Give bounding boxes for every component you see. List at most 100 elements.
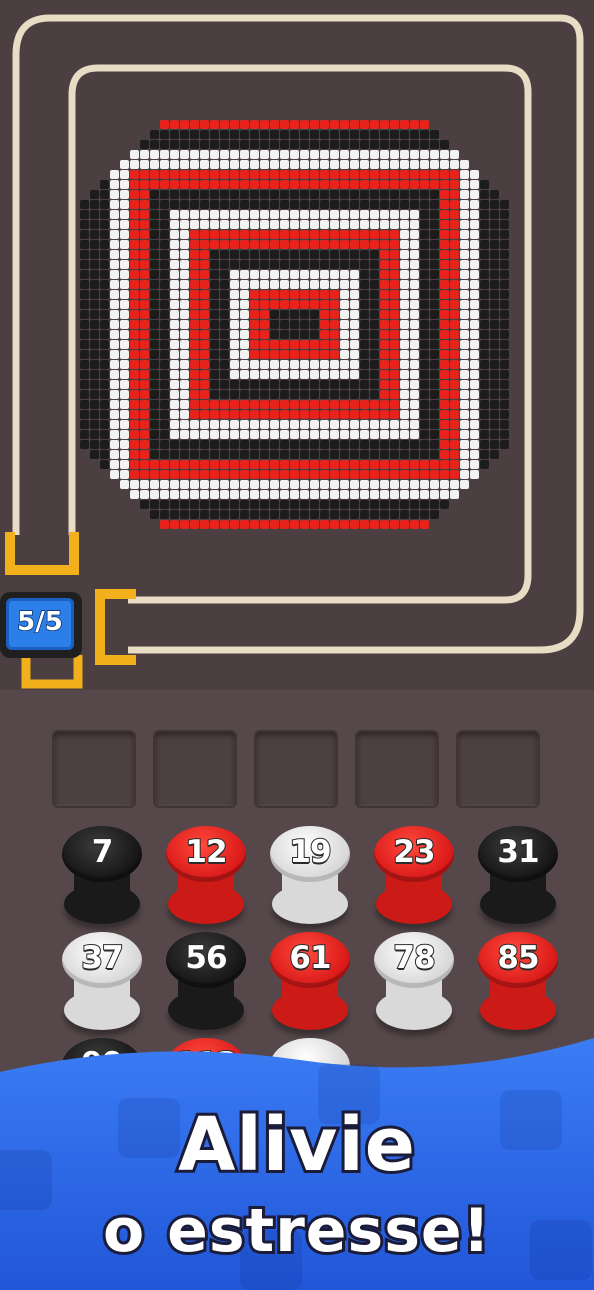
pixel-cell: [240, 240, 249, 249]
pixel-cell: [410, 150, 419, 159]
pixel-cell: [80, 250, 89, 259]
empty-slot[interactable]: [254, 730, 338, 808]
pixel-cell: [280, 220, 289, 229]
pixel-cell: [110, 400, 119, 409]
pixel-cell: [420, 520, 429, 529]
pixel-cell: [160, 450, 169, 459]
pixel-cell: [250, 400, 259, 409]
pixel-cell: [500, 250, 509, 259]
empty-slot[interactable]: [456, 730, 540, 808]
pixel-cell: [170, 440, 179, 449]
pixel-cell: [370, 260, 379, 269]
pixel-cell: [270, 360, 279, 369]
pixel-cell: [290, 250, 299, 259]
pixel-cell: [220, 430, 229, 439]
pixel-cell: [80, 300, 89, 309]
pixel-cell: [410, 370, 419, 379]
pixel-cell: [300, 260, 309, 269]
pixel-cell: [110, 230, 119, 239]
pixel-cell: [280, 150, 289, 159]
pixel-cell: [260, 430, 269, 439]
pixel-cell: [480, 210, 489, 219]
pixel-cell: [500, 220, 509, 229]
pixel-cell: [140, 280, 149, 289]
pixel-cell: [410, 160, 419, 169]
pixel-cell: [340, 250, 349, 259]
pixel-cell: [340, 480, 349, 489]
pixel-cell: [230, 400, 239, 409]
pixel-cell: [250, 490, 259, 499]
pixel-cell: [80, 430, 89, 439]
pixel-cell: [190, 320, 199, 329]
pixel-cell: [240, 140, 249, 149]
pixel-cell: [360, 190, 369, 199]
pixel-cell: [350, 480, 359, 489]
pixel-cell: [420, 340, 429, 349]
pixel-cell: [350, 200, 359, 209]
pixel-cell: [320, 520, 329, 529]
pixel-cell: [190, 410, 199, 419]
pixel-cell: [210, 210, 219, 219]
spool-black[interactable]: 7: [60, 826, 144, 934]
empty-slot[interactable]: [355, 730, 439, 808]
pixel-cell: [340, 380, 349, 389]
pixel-cell: [270, 510, 279, 519]
pixel-cell: [80, 290, 89, 299]
pixel-cell: [300, 340, 309, 349]
pixel-cell: [360, 290, 369, 299]
pixel-cell: [270, 500, 279, 509]
pixel-cell: [180, 250, 189, 259]
pixel-cell: [110, 430, 119, 439]
pixel-cell: [260, 280, 269, 289]
pixel-cell: [120, 160, 129, 169]
pixel-cell: [280, 290, 289, 299]
pixel-cell: [410, 240, 419, 249]
spool-white[interactable]: 19: [268, 826, 352, 934]
pixel-cell: [360, 370, 369, 379]
pixel-cell: [180, 310, 189, 319]
pixel-cell: [160, 370, 169, 379]
pixel-cell: [150, 170, 159, 179]
pixel-cell: [300, 430, 309, 439]
pixel-cell: [190, 210, 199, 219]
pixel-cell: [110, 320, 119, 329]
empty-slot[interactable]: [52, 730, 136, 808]
pixel-cell: [210, 340, 219, 349]
pixel-cell: [250, 160, 259, 169]
pixel-cell: [130, 470, 139, 479]
pixel-cell: [100, 220, 109, 229]
pixel-cell: [240, 510, 249, 519]
pixel-cell: [420, 300, 429, 309]
pixel-cell: [450, 250, 459, 259]
pixel-cell: [440, 370, 449, 379]
pixel-cell: [250, 250, 259, 259]
pixel-cell: [450, 410, 459, 419]
spool-red[interactable]: 23: [372, 826, 456, 934]
pixel-cell: [350, 330, 359, 339]
spool-black[interactable]: 31: [476, 826, 560, 934]
pixel-cell: [250, 270, 259, 279]
pixel-cell: [310, 420, 319, 429]
pixel-cell: [140, 410, 149, 419]
pixel-cell: [140, 430, 149, 439]
pixel-cell: [340, 510, 349, 519]
pixel-cell: [220, 420, 229, 429]
pixel-cell: [120, 220, 129, 229]
pixel-cell: [220, 340, 229, 349]
pixel-cell: [90, 340, 99, 349]
empty-slot[interactable]: [153, 730, 237, 808]
pixel-cell: [170, 210, 179, 219]
pixel-cell: [350, 140, 359, 149]
pixel-cell: [340, 260, 349, 269]
pixel-cell: [290, 440, 299, 449]
pixel-cell: [430, 500, 439, 509]
spool-red[interactable]: 12: [164, 826, 248, 934]
pixel-cell: [300, 400, 309, 409]
pixel-cell: [470, 330, 479, 339]
pixel-cell: [100, 450, 109, 459]
pixel-cell: [180, 290, 189, 299]
pixel-cell: [440, 440, 449, 449]
pixel-cell: [460, 410, 469, 419]
pixel-cell: [410, 520, 419, 529]
pixel-cell: [360, 220, 369, 229]
